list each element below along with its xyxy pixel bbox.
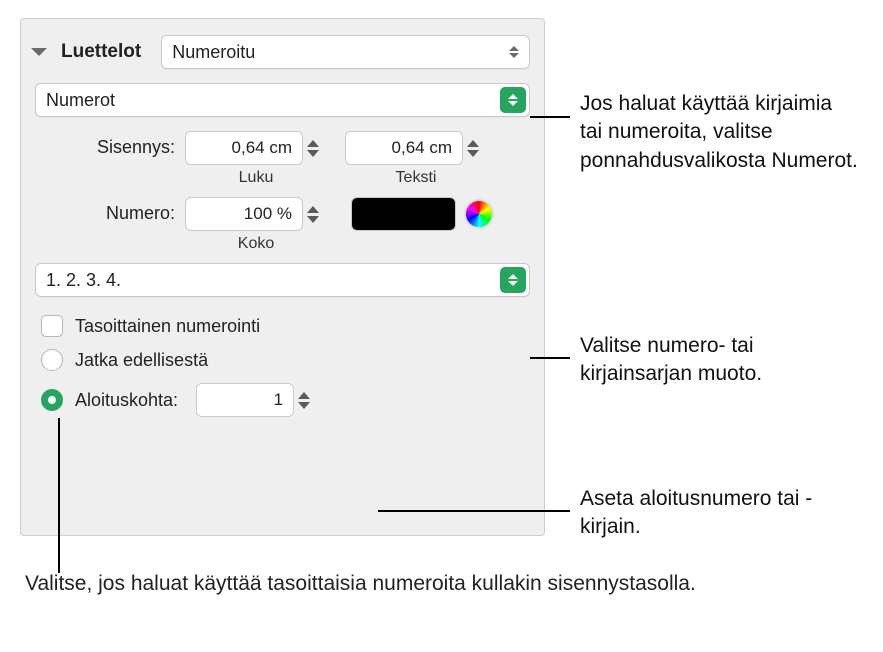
color-swatch[interactable]	[351, 197, 456, 231]
number-type-row: Numerot	[35, 83, 530, 117]
indent-number-stepper[interactable]	[307, 131, 327, 165]
sequence-row: 1. 2. 3. 4.	[35, 263, 530, 297]
start-row: Aloituskohta: 1	[35, 383, 530, 417]
indent-text-group: 0,64 cm Teksti	[345, 131, 487, 187]
list-settings-panel: Luettelot Numeroitu Numerot Sisennys: 0,…	[20, 18, 545, 536]
indent-row: Sisennys: 0,64 cm Luku 0,64 cm Teksti	[35, 131, 530, 187]
indent-text-stepper[interactable]	[467, 131, 487, 165]
tiered-row: Tasoittainen numerointi	[35, 315, 530, 337]
indent-label: Sisennys:	[35, 131, 185, 158]
number-size-sublabel: Koko	[238, 235, 274, 253]
sequence-select[interactable]: 1. 2. 3. 4.	[35, 263, 530, 297]
color-group	[345, 197, 492, 231]
leader-line	[378, 510, 570, 512]
indent-number-field[interactable]: 0,64 cm	[185, 131, 303, 165]
number-size-group: 100 % Koko	[185, 197, 327, 253]
chevron-updown-icon	[500, 267, 526, 293]
start-label: Aloituskohta:	[75, 390, 178, 411]
indent-text-field[interactable]: 0,64 cm	[345, 131, 463, 165]
start-radio[interactable]	[41, 389, 63, 411]
callout-sequence: Valitse numero- tai kirjainsarjan muoto.	[580, 332, 860, 389]
leader-line	[530, 357, 570, 359]
list-style-value: Numeroitu	[172, 42, 255, 63]
indent-text-sublabel: Teksti	[396, 169, 437, 187]
number-type-value: Numerot	[46, 90, 115, 111]
indent-number-group: 0,64 cm Luku	[185, 131, 327, 187]
start-value-field[interactable]: 1	[196, 383, 294, 417]
chevron-updown-icon	[500, 87, 526, 113]
chevron-updown-icon	[509, 46, 519, 58]
callout-start: Aseta aloitusnumero tai -kirjain.	[580, 485, 860, 542]
continue-label: Jatka edellisestä	[75, 350, 208, 371]
tiered-checkbox[interactable]	[41, 315, 63, 337]
number-type-select[interactable]: Numerot	[35, 83, 530, 117]
callout-numerot: Jos haluat käyttää kirjaimia tai numeroi…	[580, 90, 860, 175]
leader-line	[530, 116, 570, 118]
number-format-label: Numero:	[35, 197, 185, 224]
disclosure-triangle-icon[interactable]	[31, 48, 47, 56]
callout-tiered: Valitse, jos haluat käyttää tasoittaisia…	[25, 570, 696, 598]
number-size-stepper[interactable]	[307, 197, 327, 231]
number-format-row: Numero: 100 % Koko	[35, 197, 530, 253]
start-value-stepper[interactable]	[298, 383, 318, 417]
header-row: Luettelot Numeroitu	[35, 35, 530, 69]
color-wheel-icon[interactable]	[466, 201, 492, 227]
leader-line-vertical	[58, 418, 60, 573]
tiered-label: Tasoittainen numerointi	[75, 316, 260, 337]
continue-radio[interactable]	[41, 349, 63, 371]
section-title: Luettelot	[61, 41, 141, 63]
continue-row: Jatka edellisestä	[35, 349, 530, 371]
number-size-field[interactable]: 100 %	[185, 197, 303, 231]
list-style-select[interactable]: Numeroitu	[161, 35, 530, 69]
sequence-value: 1. 2. 3. 4.	[46, 270, 121, 291]
indent-number-sublabel: Luku	[239, 169, 274, 187]
